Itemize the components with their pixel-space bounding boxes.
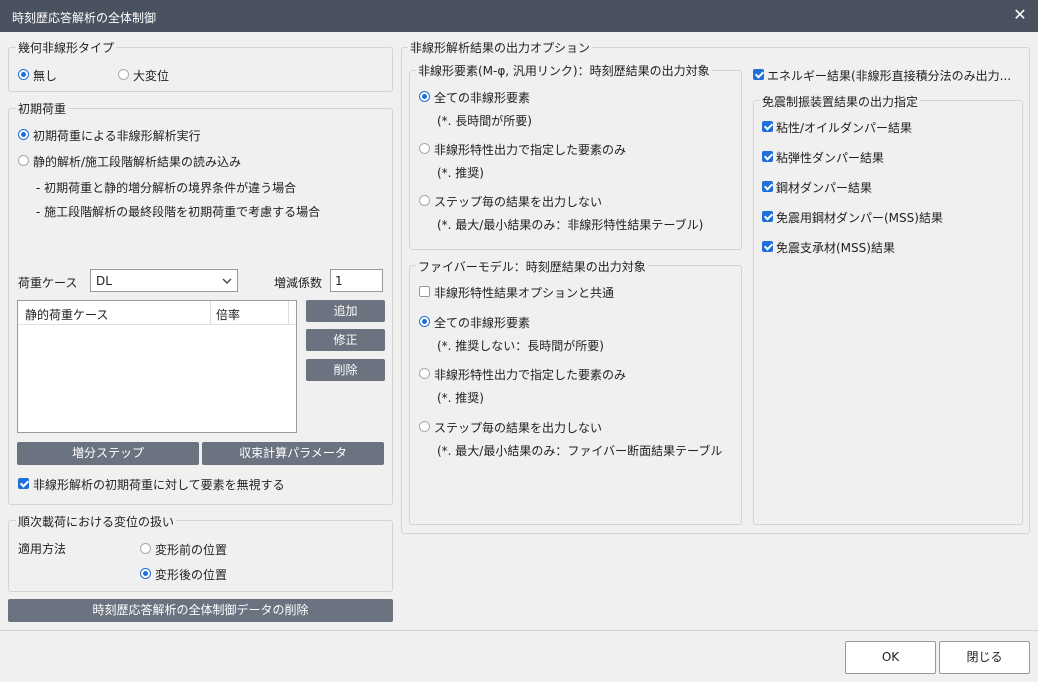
radio-fiber-none[interactable] xyxy=(419,421,430,432)
radio-after-deformation[interactable] xyxy=(140,568,151,579)
add-button[interactable]: 追加 xyxy=(306,300,385,322)
radio-static-import[interactable] xyxy=(18,155,29,166)
radio-static-import-label: 静的解析/施工段階解析結果の読み込み xyxy=(33,155,242,169)
radio-fiber-none-label: ステップ毎の結果を出力しない xyxy=(434,421,603,435)
radio-elements-none[interactable] xyxy=(419,195,430,206)
sequential-loading-legend: 順次載荷における変位の扱い xyxy=(16,513,177,530)
close-icon[interactable]: ✕ xyxy=(1010,5,1030,25)
method-label: 適用方法 xyxy=(18,542,67,556)
energy-result-label: エネルギー結果(非線形直接積分法のみ出力... xyxy=(767,69,1012,83)
radio-fiber-all-label: 全ての非線形要素 xyxy=(434,316,531,330)
isolation-device-legend: 免震制振装置結果の出力指定 xyxy=(760,93,921,110)
isolation-item-checkbox[interactable] xyxy=(762,151,773,162)
common-option-label: 非線形特性結果オプションと共通 xyxy=(434,286,615,300)
radio-none-label: 無し xyxy=(33,69,58,83)
elements-all-note: (*. 長時間が所要) xyxy=(437,114,532,128)
isolation-item-checkbox[interactable] xyxy=(762,241,773,252)
radio-large-displacement[interactable] xyxy=(118,69,129,80)
convergence-parameter-button[interactable]: 収束計算パラメータ xyxy=(202,442,384,465)
load-case-select[interactable]: DL xyxy=(90,269,238,292)
note-boundary: - 初期荷重と静的増分解析の境界条件が違う場合 xyxy=(36,181,297,195)
radio-fiber-specified-label: 非線形特性出力で指定した要素のみ xyxy=(434,368,627,382)
isolation-item-checkbox[interactable] xyxy=(762,211,773,222)
table-header: 静的荷重ケース 倍率 xyxy=(18,301,296,325)
fiber-all-note: (*. 推奨しない：長時間が所要) xyxy=(437,339,604,353)
radio-before-deformation[interactable] xyxy=(140,543,151,554)
window-title: 時刻歴応答解析の全体制御 xyxy=(12,11,157,25)
close-button[interactable]: 閉じる xyxy=(939,641,1030,674)
modify-button[interactable]: 修正 xyxy=(306,329,385,351)
delete-control-data-button[interactable]: 時刻歴応答解析の全体制御データの削除 xyxy=(8,599,393,622)
radio-before-deformation-label: 変形前の位置 xyxy=(155,543,228,557)
radio-elements-all-label: 全ての非線形要素 xyxy=(434,91,531,105)
ok-button[interactable]: OK xyxy=(845,641,936,674)
isolation-item-label: 免震支承材(MSS)結果 xyxy=(776,241,895,255)
radio-initial-nonlinear-label: 初期荷重による非線形解析実行 xyxy=(33,129,201,143)
header-divider-2 xyxy=(288,301,289,325)
ignore-elements-checkbox[interactable] xyxy=(18,478,29,489)
chevron-down-icon xyxy=(222,278,232,284)
factor-input[interactable]: 1 xyxy=(330,269,383,292)
header-factor[interactable]: 倍率 xyxy=(216,306,240,323)
radio-large-displacement-label: 大変位 xyxy=(133,69,170,83)
delete-button[interactable]: 削除 xyxy=(306,359,385,381)
radio-none[interactable] xyxy=(18,69,29,80)
common-option-checkbox[interactable] xyxy=(419,286,430,297)
fiber-none-note: (*. 最大/最小結果のみ：ファイバー断面結果テーブル xyxy=(437,444,723,458)
load-case-table[interactable]: 静的荷重ケース 倍率 xyxy=(17,300,297,433)
elements-specified-note: (*. 推奨) xyxy=(437,166,484,180)
radio-after-deformation-label: 変形後の位置 xyxy=(155,568,228,582)
fiber-specified-note: (*. 推奨) xyxy=(437,391,484,405)
elements-none-note: (*. 最大/最小結果のみ：非線形特性結果テーブル) xyxy=(437,218,704,232)
radio-elements-none-label: ステップ毎の結果を出力しない xyxy=(434,195,603,209)
title-bar: 時刻歴応答解析の全体制御 ✕ xyxy=(0,0,1038,32)
initial-load-legend: 初期荷重 xyxy=(16,100,69,117)
geometric-nonlinear-legend: 幾何非線形タイプ xyxy=(16,39,117,56)
header-divider xyxy=(210,301,211,325)
ignore-elements-label: 非線形解析の初期荷重に対して要素を無視する xyxy=(33,478,285,492)
isolation-item-label: 粘弾性ダンパー結果 xyxy=(776,151,885,165)
isolation-item-label: 免震用鋼材ダンパー(MSS)結果 xyxy=(776,211,943,225)
load-case-label: 荷重ケース xyxy=(18,276,78,290)
radio-elements-specified-label: 非線形特性出力で指定した要素のみ xyxy=(434,143,627,157)
note-construction: - 施工段階解析の最終段階を初期荷重で考慮する場合 xyxy=(36,205,321,219)
header-static-load-case[interactable]: 静的荷重ケース xyxy=(25,306,108,323)
radio-initial-nonlinear[interactable] xyxy=(18,129,29,140)
radio-elements-specified[interactable] xyxy=(419,143,430,154)
nonlinear-elements-legend: 非線形要素(M-φ, 汎用リンク)：時刻歴結果の出力対象 xyxy=(416,62,712,79)
footer: OK 閉じる xyxy=(0,630,1038,682)
isolation-item-checkbox[interactable] xyxy=(762,121,773,132)
factor-label: 増減係数 xyxy=(274,276,323,290)
radio-fiber-all[interactable] xyxy=(419,316,430,327)
isolation-item-label: 粘性/オイルダンパー結果 xyxy=(776,121,913,135)
radio-elements-all[interactable] xyxy=(419,91,430,102)
fiber-model-legend: ファイバーモデル：時刻歴結果の出力対象 xyxy=(416,258,648,275)
load-case-value: DL xyxy=(96,274,112,288)
energy-result-checkbox[interactable] xyxy=(753,69,764,80)
factor-value: 1 xyxy=(335,274,343,288)
radio-fiber-specified[interactable] xyxy=(419,368,430,379)
isolation-item-checkbox[interactable] xyxy=(762,181,773,192)
output-options-legend: 非線形解析結果の出力オプション xyxy=(408,39,593,56)
isolation-item-label: 鋼材ダンパー結果 xyxy=(776,181,873,195)
increment-step-button[interactable]: 増分ステップ xyxy=(17,442,199,465)
